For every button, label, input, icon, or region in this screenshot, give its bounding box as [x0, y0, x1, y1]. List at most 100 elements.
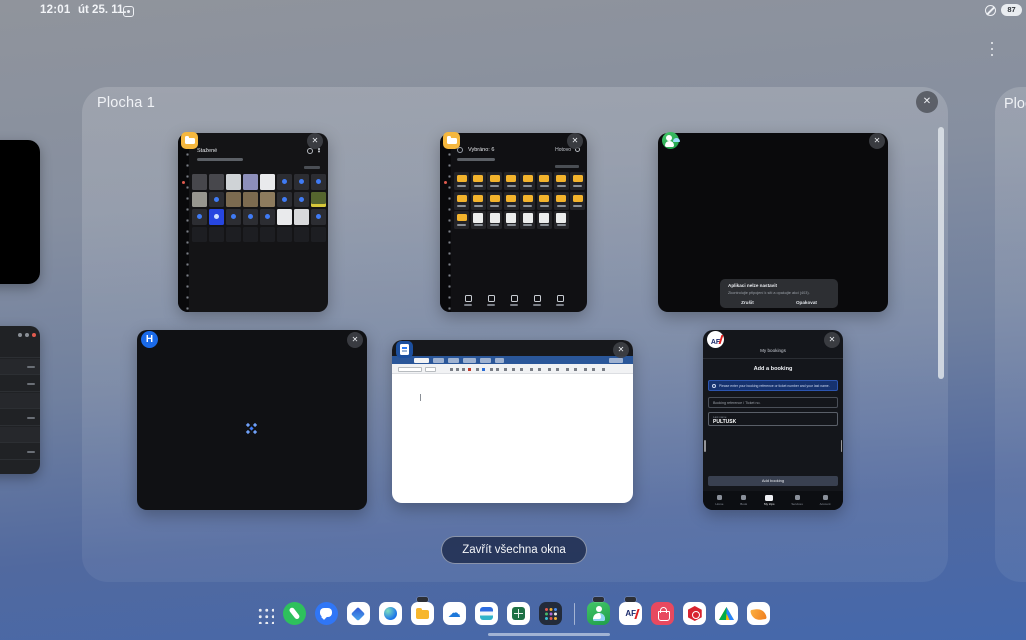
folder-tile: [454, 172, 469, 190]
my-files-icon[interactable]: [411, 602, 434, 625]
apps-grid-icon[interactable]: [256, 606, 274, 624]
window-h-app[interactable]: [137, 330, 367, 510]
dialog-cancel-button[interactable]: Zrušit: [741, 300, 754, 305]
subtitle-bar: [457, 158, 495, 161]
partial-window-settings[interactable]: [0, 326, 40, 474]
video-app-icon[interactable]: [683, 602, 706, 625]
home-indicator[interactable]: [488, 633, 610, 636]
folder-tile: [554, 192, 569, 210]
booking-nav-item[interactable]: Services: [791, 495, 803, 506]
window-close-button[interactable]: [824, 332, 840, 348]
window-close-button[interactable]: [869, 133, 885, 149]
add-booking-button[interactable]: Add booking: [708, 476, 838, 486]
action-icon[interactable]: [486, 295, 496, 306]
spreadsheet-icon[interactable]: [507, 602, 530, 625]
thumbnail-tile: [294, 192, 309, 208]
banner-text: Please enter your booking reference or t…: [719, 384, 830, 388]
window-close-button[interactable]: [567, 133, 583, 149]
window-booking-app[interactable]: My bookings Add a booking Please enter y…: [703, 330, 843, 510]
window-close-dot: [32, 333, 36, 337]
ribbon-tab[interactable]: [495, 358, 504, 363]
panel-scrollbar[interactable]: [938, 127, 944, 379]
scroll-hint-right: [841, 440, 843, 452]
window-close-button[interactable]: [613, 342, 629, 358]
thumbnail-tile: [311, 174, 326, 190]
booking-nav-label: Home: [715, 502, 723, 506]
size-select[interactable]: [425, 367, 436, 372]
edge-browser-icon[interactable]: [379, 602, 402, 625]
h-app-icon: H: [141, 331, 158, 348]
booking-nav-icon: [823, 495, 828, 500]
window-title: Stažené: [197, 148, 217, 154]
field-label: Last name: [713, 415, 727, 419]
next-desktop-title: Ploch: [1004, 96, 1026, 112]
file-tile: [504, 211, 519, 229]
app-folder-icon[interactable]: [539, 602, 562, 625]
booking-reference-field[interactable]: Booking reference / Ticket no.: [708, 397, 838, 408]
folder-tile: [520, 172, 535, 190]
swift-app-icon[interactable]: [747, 602, 770, 625]
thumbnail-tile: [243, 209, 258, 225]
more-options-button[interactable]: [986, 41, 998, 61]
booking-nav-item[interactable]: My trips: [764, 495, 775, 506]
partial-window-black[interactable]: [0, 140, 40, 284]
dialog-retry-button[interactable]: Opakovat: [796, 300, 817, 305]
screen-record-icon: [123, 6, 134, 17]
thumbnail-tile: [277, 209, 292, 225]
thumbnail-tile: [226, 192, 241, 208]
folder-tile: [537, 192, 552, 210]
booking-nav-icon: [741, 495, 746, 500]
window-word-processor[interactable]: [392, 340, 633, 503]
font-select[interactable]: [398, 367, 422, 372]
window-travel-app[interactable]: Aplikaci nelze nastavit Zkontrolujte při…: [658, 133, 888, 312]
next-desktop-panel[interactable]: Ploch: [995, 87, 1026, 582]
app-store-icon[interactable]: [651, 602, 674, 625]
window-chrome: [392, 340, 633, 356]
folder-tile: [454, 192, 469, 210]
window-control-dot: [18, 333, 22, 337]
window-close-button[interactable]: [307, 133, 323, 149]
onedrive-icon[interactable]: ☁: [443, 602, 466, 625]
action-icon[interactable]: [463, 295, 473, 306]
my-files-app-icon: [181, 132, 198, 149]
microsoft-365-icon[interactable]: [347, 602, 370, 625]
phone-icon[interactable]: [283, 602, 306, 625]
booking-nav-item[interactable]: Account: [820, 495, 831, 506]
action-icon[interactable]: [532, 295, 542, 306]
ribbon-tab[interactable]: [414, 358, 429, 363]
booking-nav-item[interactable]: Book: [740, 495, 747, 506]
sidebar-rail: [178, 133, 189, 312]
info-icon: [712, 384, 716, 388]
ribbon-tab[interactable]: [448, 358, 459, 363]
thumbnail-tile: [192, 209, 207, 225]
field-placeholder: Booking reference / Ticket no.: [713, 401, 761, 405]
folder-tile: [504, 172, 519, 190]
folder-tile: [487, 172, 502, 190]
ribbon-tab[interactable]: [480, 358, 491, 363]
close-all-windows-button[interactable]: Zavřít všechna okna: [441, 536, 587, 564]
booking-nav-item[interactable]: Home: [715, 495, 723, 506]
thumbnail-tile: [226, 174, 241, 190]
google-drive-icon[interactable]: [715, 602, 738, 625]
window-files-downloads[interactable]: Stažené: [178, 133, 328, 312]
action-icon[interactable]: [555, 295, 565, 306]
action-icon[interactable]: [509, 295, 519, 306]
messages-icon[interactable]: [315, 602, 338, 625]
window-files-selection[interactable]: Vybráno: 6 Hotovo: [440, 133, 587, 312]
folder-tile: [537, 172, 552, 190]
last-name-field[interactable]: Last name PULTUSK: [708, 412, 838, 426]
travel-app-icon[interactable]: [587, 602, 610, 625]
notification-badge: [625, 597, 636, 602]
thumbnail-tile: [209, 174, 224, 190]
folder-tile: [504, 192, 519, 210]
air-france-icon[interactable]: AF: [619, 602, 642, 625]
ribbon-tab[interactable]: [463, 358, 476, 363]
word-app-icon: [396, 341, 413, 358]
notes-icon[interactable]: [475, 602, 498, 625]
file-tile: [471, 211, 486, 229]
window-close-button[interactable]: [347, 332, 363, 348]
booking-nav-label: Book: [740, 502, 747, 506]
error-dialog: Aplikaci nelze nastavit Zkontrolujte při…: [720, 279, 838, 308]
desktop-close-button[interactable]: [916, 91, 938, 113]
ribbon-tab[interactable]: [433, 358, 444, 363]
